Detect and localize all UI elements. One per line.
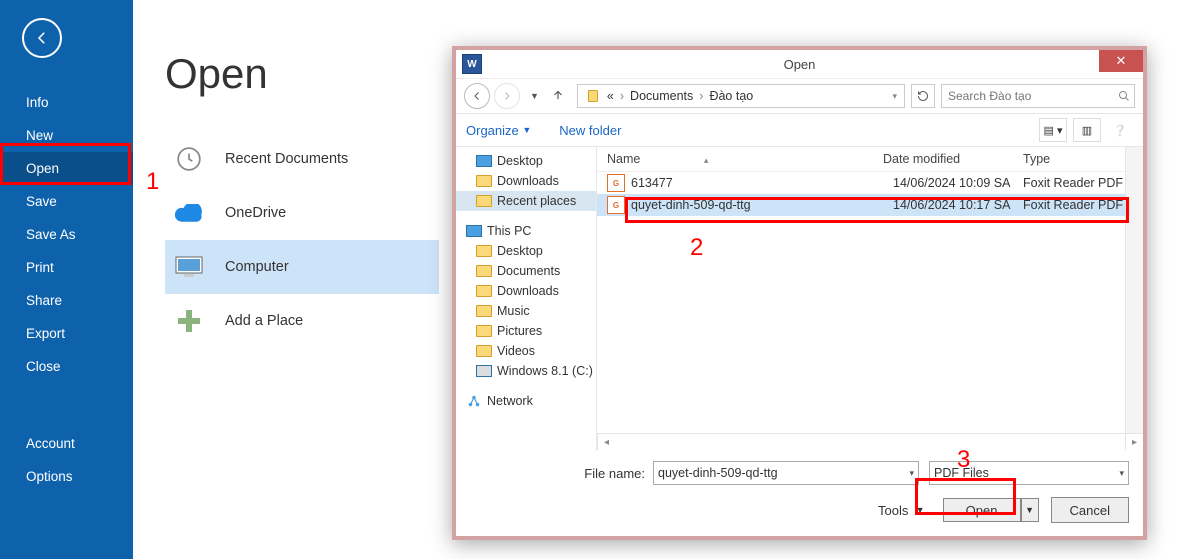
close-icon[interactable]: ✕ — [1099, 50, 1143, 72]
backstage-sidebar: Info New Open Save Save As Print Share E… — [0, 0, 133, 559]
menu-account[interactable]: Account — [0, 427, 133, 460]
col-name[interactable]: Name ▴ — [597, 152, 873, 166]
refresh-icon[interactable] — [911, 84, 935, 108]
filename-label: File name: — [470, 466, 653, 481]
file-list: Name ▴ Date modified Type G613477 14/06/… — [597, 147, 1143, 451]
pdf-icon: G — [607, 174, 625, 192]
computer-icon — [466, 223, 482, 239]
crumb-root[interactable]: « — [607, 89, 614, 103]
annotation-number-3: 3 — [957, 446, 970, 474]
tree-pc-documents[interactable]: Documents — [456, 261, 596, 281]
crumb-documents[interactable]: Documents — [630, 89, 693, 103]
search-input[interactable] — [941, 84, 1135, 108]
open-button[interactable]: Open — [943, 498, 1021, 522]
option-label: Computer — [225, 259, 289, 275]
filename-field[interactable]: quyet-dinh-509-qd-ttg▾ — [653, 461, 919, 485]
cancel-button[interactable]: Cancel — [1051, 497, 1129, 523]
tree-pc-videos[interactable]: Videos — [456, 341, 596, 361]
tree-pc-desktop[interactable]: Desktop — [456, 241, 596, 261]
open-dialog: W Open ✕ ▼ «› Documents› Đào tạo ▾ Organ… — [452, 46, 1147, 540]
dialog-nav: ▼ «› Documents› Đào tạo ▾ — [456, 78, 1143, 114]
open-split-button[interactable]: ▼ — [1021, 498, 1039, 522]
chevron-down-icon[interactable]: ▾ — [1119, 468, 1124, 479]
tree-downloads[interactable]: Downloads — [456, 171, 596, 191]
chevron-down-icon[interactable]: ▾ — [909, 468, 914, 479]
option-addplace[interactable]: Add a Place — [165, 294, 439, 348]
tree-pc-pictures[interactable]: Pictures — [456, 321, 596, 341]
cloud-icon — [175, 199, 203, 227]
file-row[interactable]: G613477 14/06/2024 10:09 SA Foxit Reader… — [597, 172, 1143, 194]
option-computer[interactable]: Computer — [165, 240, 439, 294]
tree-pc-music[interactable]: Music — [456, 301, 596, 321]
nav-forward-icon — [494, 83, 520, 109]
option-recent[interactable]: Recent Documents — [165, 132, 439, 186]
view-button[interactable]: ▤ ▾ — [1039, 118, 1067, 142]
search-icon — [1118, 90, 1130, 102]
dialog-title: Open — [456, 57, 1143, 72]
clock-icon — [175, 145, 203, 173]
col-date[interactable]: Date modified — [873, 152, 1013, 166]
computer-icon — [175, 253, 203, 281]
breadcrumb[interactable]: «› Documents› Đào tạo ▾ — [577, 84, 905, 108]
annotation-number-2: 2 — [690, 234, 703, 262]
backstage-menu: Info New Open Save Save As Print Share E… — [0, 86, 133, 493]
dialog-footer: File name: quyet-dinh-509-qd-ttg▾ PDF Fi… — [456, 451, 1143, 523]
menu-share[interactable]: Share — [0, 284, 133, 317]
menu-info[interactable]: Info — [0, 86, 133, 119]
chevron-down-icon[interactable]: ▼ — [530, 91, 539, 101]
menu-options[interactable]: Options — [0, 460, 133, 493]
option-label: Add a Place — [225, 313, 303, 329]
menu-new[interactable]: New — [0, 119, 133, 152]
option-label: OneDrive — [225, 205, 286, 221]
folder-icon — [476, 173, 492, 189]
option-onedrive[interactable]: OneDrive — [165, 186, 439, 240]
menu-close[interactable]: Close — [0, 350, 133, 383]
annotation-number-1: 1 — [146, 168, 159, 196]
tree-pc-drive-c[interactable]: Windows 8.1 (C:) — [456, 361, 596, 381]
organize-button[interactable]: Organize ▼ — [466, 123, 531, 138]
tools-button[interactable]: Tools ▼ — [878, 503, 925, 518]
nav-up-icon[interactable] — [551, 88, 565, 105]
menu-open[interactable]: Open — [0, 152, 133, 185]
newfolder-button[interactable]: New folder — [559, 123, 621, 138]
menu-save[interactable]: Save — [0, 185, 133, 218]
preview-button[interactable]: ▥ — [1073, 118, 1101, 142]
menu-saveas[interactable]: Save As — [0, 218, 133, 251]
back-button[interactable] — [22, 18, 62, 58]
crumb-folder[interactable]: Đào tạo — [709, 89, 753, 103]
network-icon — [466, 393, 482, 409]
tree-network[interactable]: Network — [456, 391, 596, 411]
help-icon[interactable]: ❔ — [1107, 119, 1133, 141]
tree-pc-downloads[interactable]: Downloads — [456, 281, 596, 301]
tree-recentplaces[interactable]: Recent places — [456, 191, 596, 211]
dialog-titlebar: W Open ✕ — [456, 50, 1143, 78]
tree-desktop[interactable]: Desktop — [456, 151, 596, 171]
menu-print[interactable]: Print — [0, 251, 133, 284]
dialog-toolbar: Organize ▼ New folder ▤ ▾ ▥ ❔ — [456, 114, 1143, 147]
scrollbar-horizontal[interactable]: ◂▸ — [597, 433, 1143, 451]
tree-thispc[interactable]: This PC — [456, 221, 596, 241]
scrollbar-vertical[interactable] — [1125, 147, 1143, 434]
file-headers: Name ▴ Date modified Type — [597, 147, 1143, 172]
file-row[interactable]: Gquyet-dinh-509-qd-ttg 14/06/2024 10:17 … — [597, 194, 1143, 216]
drive-icon — [476, 363, 492, 379]
col-type[interactable]: Type — [1013, 152, 1143, 166]
folder-icon — [476, 193, 492, 209]
monitor-icon — [476, 153, 492, 169]
nav-tree: Desktop Downloads Recent places This PC … — [456, 147, 597, 451]
plus-icon — [175, 307, 203, 335]
nav-back-icon[interactable] — [464, 83, 490, 109]
folder-icon — [585, 88, 601, 104]
menu-export[interactable]: Export — [0, 317, 133, 350]
chevron-down-icon[interactable]: ▾ — [892, 91, 897, 102]
pdf-icon: G — [607, 196, 625, 214]
option-label: Recent Documents — [225, 151, 348, 167]
